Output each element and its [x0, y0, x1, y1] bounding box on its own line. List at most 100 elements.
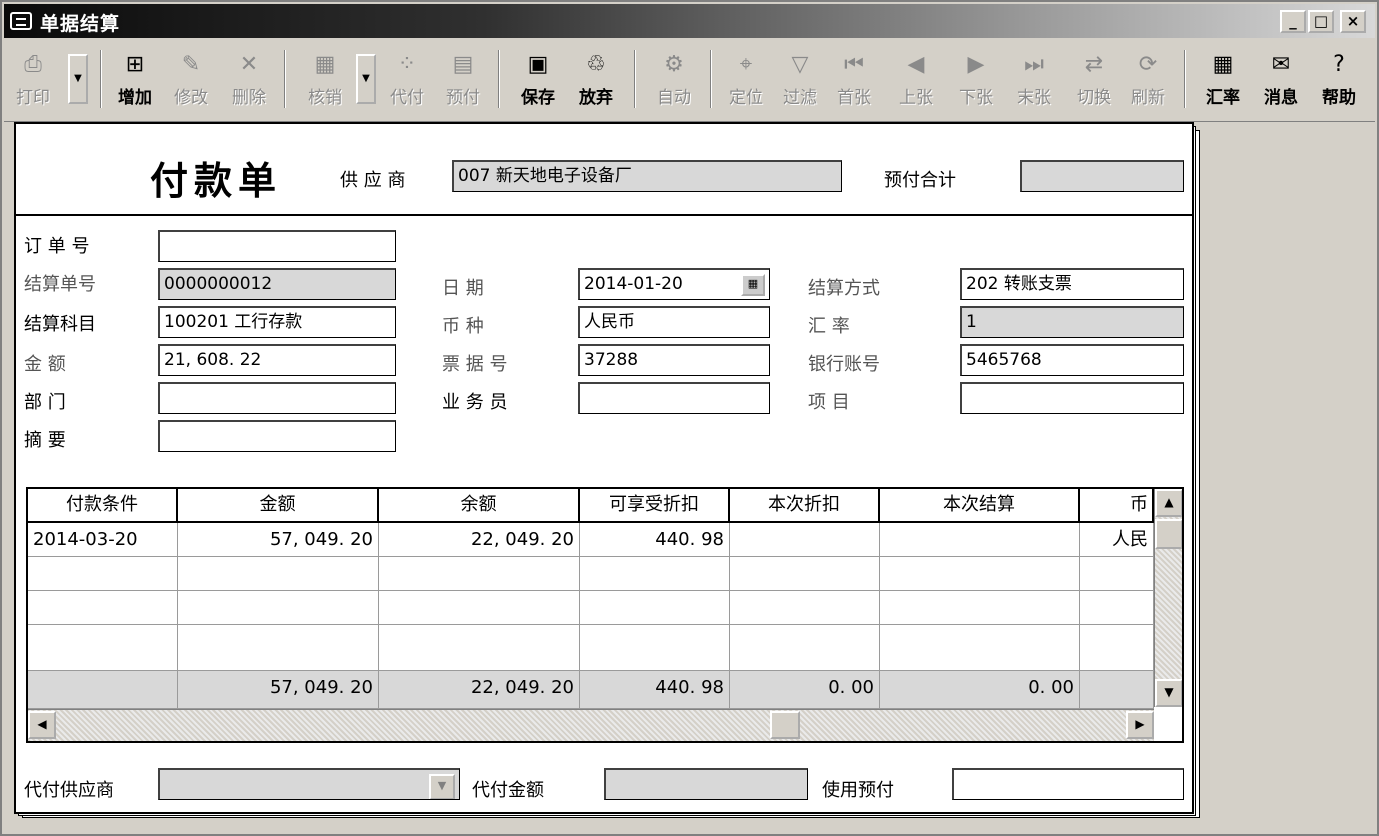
- bill-no-field[interactable]: 37288: [578, 344, 770, 376]
- col-header-payment-terms[interactable]: 付款条件: [28, 489, 178, 523]
- close-button[interactable]: ×: [1340, 10, 1366, 33]
- grid-cell[interactable]: [730, 523, 880, 557]
- proxy-supplier-combo[interactable]: ▼: [158, 768, 460, 800]
- switch-button[interactable]: ⇄ 切换: [1068, 46, 1120, 112]
- settle-account-field[interactable]: 100201 工行存款: [158, 306, 396, 338]
- minimize-button[interactable]: _: [1280, 10, 1306, 33]
- print-button[interactable]: ⎙ 打印: [8, 46, 58, 112]
- exchange-rate-field: 1: [960, 306, 1184, 338]
- toolbar-separator: [710, 50, 712, 108]
- salesman-field[interactable]: [578, 382, 770, 414]
- grid-cell[interactable]: [28, 625, 178, 671]
- grid-cell[interactable]: [1080, 625, 1154, 671]
- supplier-field[interactable]: 007 新天地电子设备厂: [452, 160, 842, 192]
- settlement-grid[interactable]: 付款条件 金额 余额 可享受折扣 本次折扣 本次结算 币 2014-03-20 …: [26, 487, 1184, 743]
- calendar-icon[interactable]: ▦: [741, 274, 765, 296]
- first-record-button[interactable]: ⏮ 首张: [828, 46, 880, 112]
- grid-cell[interactable]: [178, 625, 379, 671]
- summary-field[interactable]: [158, 420, 396, 452]
- grid-horizontal-scrollbar[interactable]: ◀ ▶: [28, 709, 1154, 741]
- scroll-down-icon[interactable]: ▼: [1155, 679, 1182, 707]
- discard-button[interactable]: ♲ 放弃: [568, 46, 624, 112]
- grid-cell[interactable]: 440. 98: [580, 523, 730, 557]
- refresh-button[interactable]: ⟳ 刷新: [1122, 46, 1174, 112]
- hscroll-thumb[interactable]: [770, 711, 800, 739]
- writeoff-button[interactable]: ▦ 核销: [296, 46, 354, 112]
- grid-cell[interactable]: [1080, 591, 1154, 625]
- grid-cell[interactable]: [730, 625, 880, 671]
- col-header-current-discount[interactable]: 本次折扣: [730, 489, 880, 523]
- col-header-balance[interactable]: 余额: [379, 489, 580, 523]
- col-header-amount[interactable]: 金额: [178, 489, 379, 523]
- grid-cell[interactable]: [880, 625, 1080, 671]
- save-button[interactable]: ▣ 保存: [510, 46, 566, 112]
- amount-field[interactable]: 21, 608. 22: [158, 344, 396, 376]
- scroll-right-icon[interactable]: ▶: [1126, 711, 1154, 739]
- exchange-rate-button[interactable]: ▦ 汇率: [1196, 46, 1250, 112]
- auto-button[interactable]: ⚙ 自动: [646, 46, 702, 112]
- locate-button[interactable]: ⌖ 定位: [720, 46, 772, 112]
- next-record-button[interactable]: ▶ 下张: [950, 46, 1002, 112]
- date-field[interactable]: 2014-01-20 ▦: [578, 268, 770, 300]
- currency-field[interactable]: 人民币: [578, 306, 770, 338]
- next-record-label: 下张: [959, 88, 993, 108]
- grid-cell[interactable]: 人民: [1080, 523, 1154, 557]
- grid-cell[interactable]: [28, 557, 178, 591]
- exchange-rate-icon: ▦: [1212, 52, 1234, 77]
- writeoff-dropdown-arrow[interactable]: ▼: [356, 54, 376, 104]
- use-prepay-field[interactable]: [952, 768, 1184, 800]
- refresh-label: 刷新: [1131, 88, 1165, 108]
- scroll-left-icon[interactable]: ◀: [28, 711, 56, 739]
- maximize-button[interactable]: □: [1308, 10, 1334, 33]
- grid-cell[interactable]: [880, 557, 1080, 591]
- col-header-current-settlement[interactable]: 本次结算: [880, 489, 1080, 523]
- next-record-icon: ▶: [967, 52, 985, 77]
- scroll-up-icon[interactable]: ▲: [1155, 489, 1182, 517]
- order-no-field[interactable]: [158, 230, 396, 262]
- grid-cell[interactable]: 57, 049. 20: [178, 523, 379, 557]
- scroll-thumb[interactable]: [1155, 519, 1182, 549]
- print-dropdown-arrow[interactable]: ▼: [68, 54, 88, 104]
- grid-cell[interactable]: [28, 591, 178, 625]
- dept-field[interactable]: [158, 382, 396, 414]
- grid-cell[interactable]: [178, 557, 379, 591]
- title-bar[interactable]: 单据结算 _ □ ×: [4, 4, 1375, 38]
- chevron-down-icon[interactable]: ▼: [429, 774, 455, 799]
- col-header-currency[interactable]: 币: [1080, 489, 1154, 523]
- prev-record-button[interactable]: ◀ 上张: [890, 46, 942, 112]
- grid-cell[interactable]: 22, 049. 20: [379, 523, 580, 557]
- grid-cell[interactable]: [730, 557, 880, 591]
- grid-cell[interactable]: [880, 591, 1080, 625]
- grid-cell[interactable]: [580, 557, 730, 591]
- grid-cell[interactable]: [379, 557, 580, 591]
- col-header-available-discount[interactable]: 可享受折扣: [580, 489, 730, 523]
- grid-cell[interactable]: [1080, 557, 1154, 591]
- first-record-label: 首张: [837, 88, 871, 108]
- grid-cell[interactable]: [379, 625, 580, 671]
- edit-button[interactable]: ✎ 修改: [164, 46, 218, 112]
- grid-vertical-scrollbar[interactable]: ▲ ▼: [1154, 489, 1182, 707]
- grid-cell[interactable]: [580, 591, 730, 625]
- filter-button[interactable]: ▽ 过滤: [774, 46, 826, 112]
- delete-icon: ✕: [239, 52, 259, 77]
- settle-method-field[interactable]: 202 转账支票: [960, 268, 1184, 300]
- message-button[interactable]: ✉ 消息: [1254, 46, 1308, 112]
- grid-cell[interactable]: [880, 523, 1080, 557]
- add-button[interactable]: ⊞ 增加: [108, 46, 162, 112]
- proxy-pay-button[interactable]: ⁘ 代付: [380, 46, 434, 112]
- grid-cell[interactable]: [580, 625, 730, 671]
- bill-no-label: 票 据 号: [442, 354, 508, 375]
- bank-account-field[interactable]: 5465768: [960, 344, 1184, 376]
- last-record-button[interactable]: ⏭ 末张: [1008, 46, 1060, 112]
- discard-icon: ♲: [586, 52, 606, 77]
- grid-cell[interactable]: [730, 591, 880, 625]
- grid-cell[interactable]: [178, 591, 379, 625]
- delete-button[interactable]: ✕ 删除: [222, 46, 276, 112]
- grid-cell[interactable]: [379, 591, 580, 625]
- prepay-button[interactable]: ▤ 预付: [436, 46, 490, 112]
- project-field[interactable]: [960, 382, 1184, 414]
- help-button[interactable]: ? 帮助: [1312, 46, 1366, 112]
- grid-cell[interactable]: 2014-03-20: [28, 523, 178, 557]
- settlement-window: 单据结算 _ □ × ⎙ 打印 ▼ ⊞ 增加 ✎ 修改 ✕ 删除 ▦ 核销 ▼: [0, 0, 1379, 836]
- printer-icon: ⎙: [24, 52, 42, 77]
